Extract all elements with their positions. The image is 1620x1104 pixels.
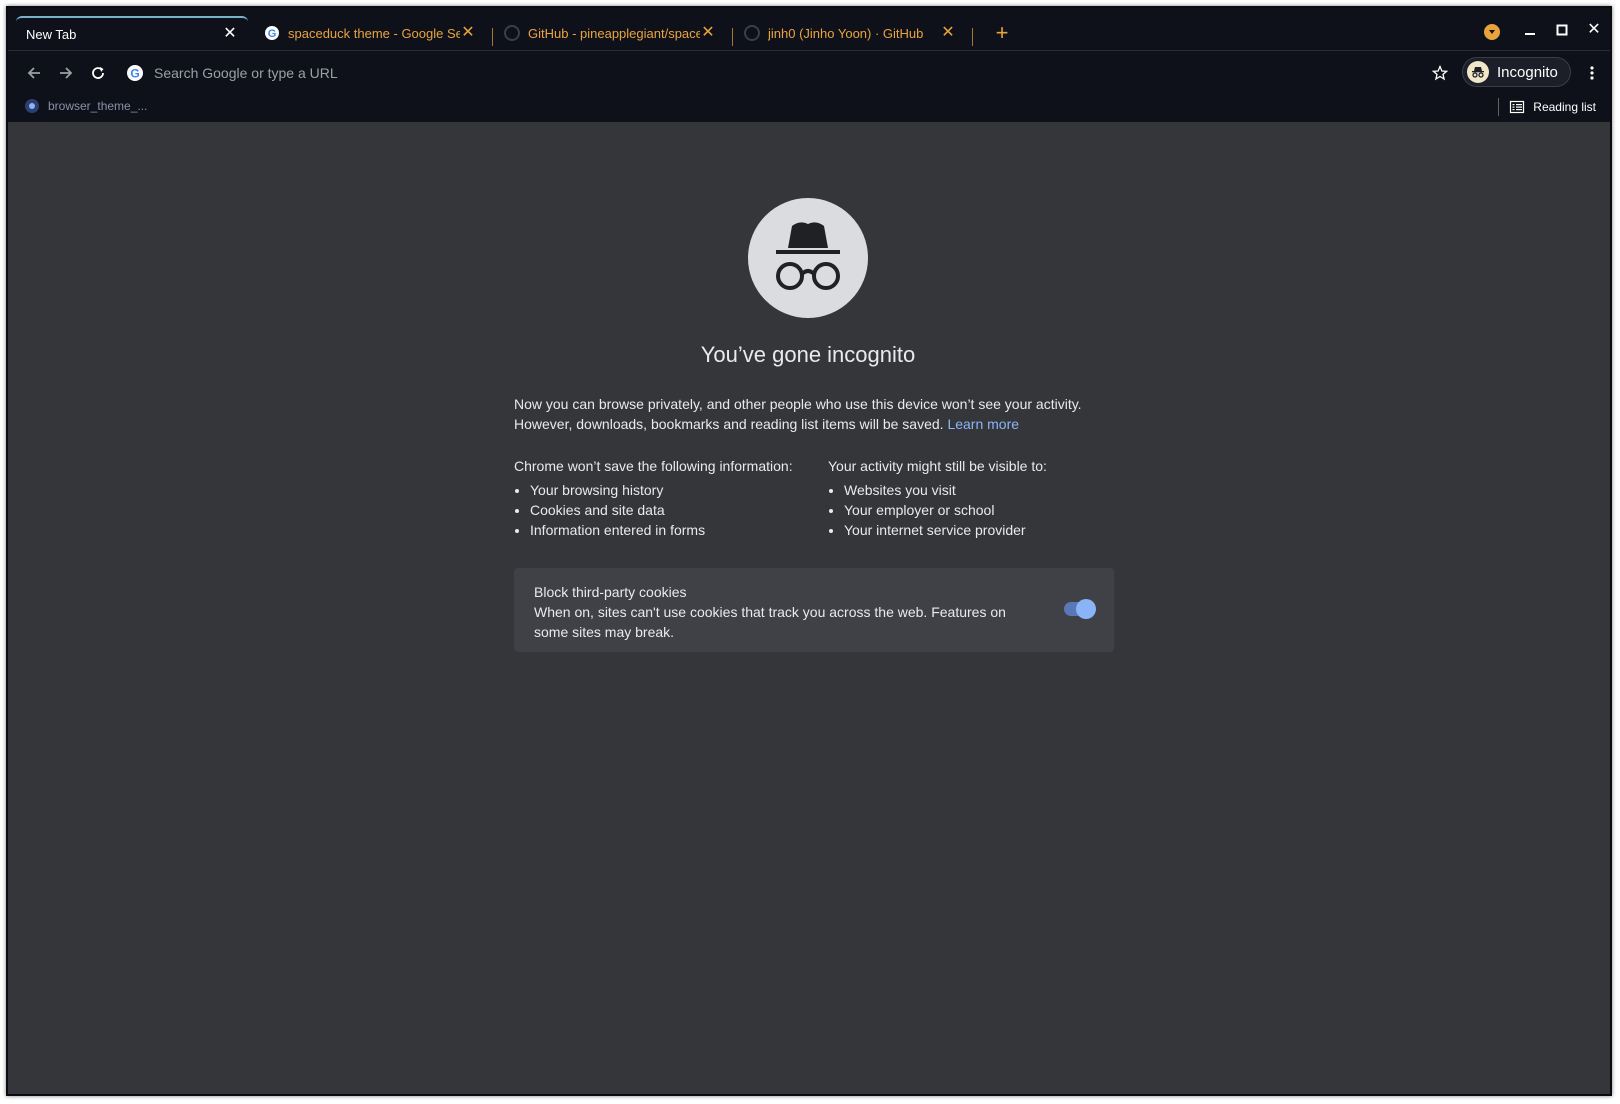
- heading-text: to:: [1027, 458, 1047, 474]
- omnibox[interactable]: G: [118, 57, 1418, 89]
- reload-icon[interactable]: [86, 61, 110, 85]
- back-icon[interactable]: [22, 61, 46, 85]
- incognito-page: You’ve gone incognito Now you can browse…: [8, 122, 1610, 1094]
- github-icon: [744, 25, 760, 41]
- close-icon[interactable]: ✕: [940, 25, 956, 41]
- bookmark-item[interactable]: browser_theme_...: [24, 98, 147, 114]
- tab-label: spaceduck theme - Google Search: [288, 25, 460, 41]
- minimize-icon[interactable]: [1516, 18, 1544, 42]
- bookmark-star-icon[interactable]: [1428, 61, 1452, 85]
- forward-icon[interactable]: [54, 61, 78, 85]
- tab-github-spaceduck[interactable]: GitHub - pineapplegiant/spaceduck ✕: [494, 16, 726, 50]
- list-item: Cookies and site data: [530, 500, 824, 520]
- svg-text:G: G: [268, 28, 277, 40]
- cookie-description: When on, sites can't use cookies that tr…: [534, 604, 1006, 640]
- tab-search-icon[interactable]: [1484, 24, 1500, 40]
- reading-list-icon: [1509, 99, 1525, 115]
- block-cookies-toggle[interactable]: [1064, 599, 1096, 619]
- browser-window: New Tab ✕ G spaceduck theme - Google Sea…: [6, 6, 1612, 1096]
- profile-label: Incognito: [1497, 63, 1558, 81]
- maximize-icon[interactable]: [1548, 18, 1576, 42]
- tab-label: New Tab: [26, 26, 77, 42]
- tab-separator: [492, 28, 493, 46]
- toolbar: G Incognito: [8, 50, 1610, 94]
- heading-bold: won’t save: [567, 458, 634, 474]
- heading-text: Your activity: [828, 458, 907, 474]
- search-input[interactable]: [154, 65, 1054, 81]
- wont-save-section: Chrome won’t save the following informat…: [514, 456, 824, 540]
- list-item: Information entered in forms: [530, 520, 824, 540]
- close-icon[interactable]: ✕: [700, 25, 716, 41]
- tab-separator: [972, 28, 973, 46]
- tab-github-profile[interactable]: jinh0 (Jinho Yoon) · GitHub ✕: [734, 16, 966, 50]
- heading-bold: might still be visible: [906, 458, 1028, 474]
- still-visible-list: Websites you visit Your employer or scho…: [828, 480, 1138, 540]
- cookie-text: Block third-party cookies When on, sites…: [534, 582, 1044, 642]
- more-menu-icon[interactable]: [1582, 61, 1602, 85]
- tab-label: GitHub - pineapplegiant/spaceduck: [528, 25, 700, 41]
- reading-list-button[interactable]: Reading list: [1498, 98, 1596, 116]
- reading-list-label: Reading list: [1533, 100, 1596, 114]
- svg-text:G: G: [130, 67, 139, 81]
- page-title: You’ve gone incognito: [700, 342, 916, 367]
- tab-separator: [732, 28, 733, 46]
- still-visible-section: Your activity might still be visible to:…: [828, 456, 1138, 540]
- profile-button[interactable]: Incognito: [1462, 57, 1571, 87]
- heading-text: the following information:: [633, 458, 793, 474]
- cookie-title: Block third-party cookies: [534, 584, 687, 600]
- tab-label: jinh0 (Jinho Yoon) · GitHub: [768, 25, 924, 41]
- bookmark-label: browser_theme_...: [48, 99, 148, 113]
- divider: [1498, 98, 1500, 116]
- tab-new-tab[interactable]: New Tab ✕: [16, 16, 248, 50]
- close-icon[interactable]: ✕: [222, 26, 238, 42]
- incognito-icon: [748, 198, 868, 318]
- intro-text: Now you can browse privately, and other …: [514, 394, 1114, 434]
- google-icon: G: [264, 25, 280, 41]
- cookie-controls-card: Block third-party cookies When on, sites…: [514, 568, 1114, 652]
- heading-text: Chrome: [514, 458, 568, 474]
- toggle-knob: [1076, 599, 1096, 619]
- close-window-icon[interactable]: ✕: [1580, 18, 1608, 42]
- new-tab-button[interactable]: +: [990, 22, 1014, 46]
- list-item: Your browsing history: [530, 480, 824, 500]
- still-visible-heading: Your activity might still be visible to:: [828, 456, 1138, 476]
- wont-save-heading: Chrome won’t save the following informat…: [514, 456, 824, 476]
- google-icon: G: [126, 64, 144, 82]
- bookmarks-bar: browser_theme_... Reading list: [8, 94, 1610, 122]
- wont-save-list: Your browsing history Cookies and site d…: [514, 480, 824, 540]
- close-icon[interactable]: ✕: [460, 25, 476, 41]
- list-item: Websites you visit: [844, 480, 1138, 500]
- github-icon: [504, 25, 520, 41]
- incognito-icon: [1467, 61, 1489, 83]
- list-item: Your internet service provider: [844, 520, 1138, 540]
- tab-strip: New Tab ✕ G spaceduck theme - Google Sea…: [8, 8, 1610, 50]
- bookmark-favicon-icon: [24, 98, 40, 114]
- learn-more-link[interactable]: Learn more: [947, 416, 1019, 432]
- list-item: Your employer or school: [844, 500, 1138, 520]
- tab-google-search[interactable]: G spaceduck theme - Google Search ✕: [254, 16, 486, 50]
